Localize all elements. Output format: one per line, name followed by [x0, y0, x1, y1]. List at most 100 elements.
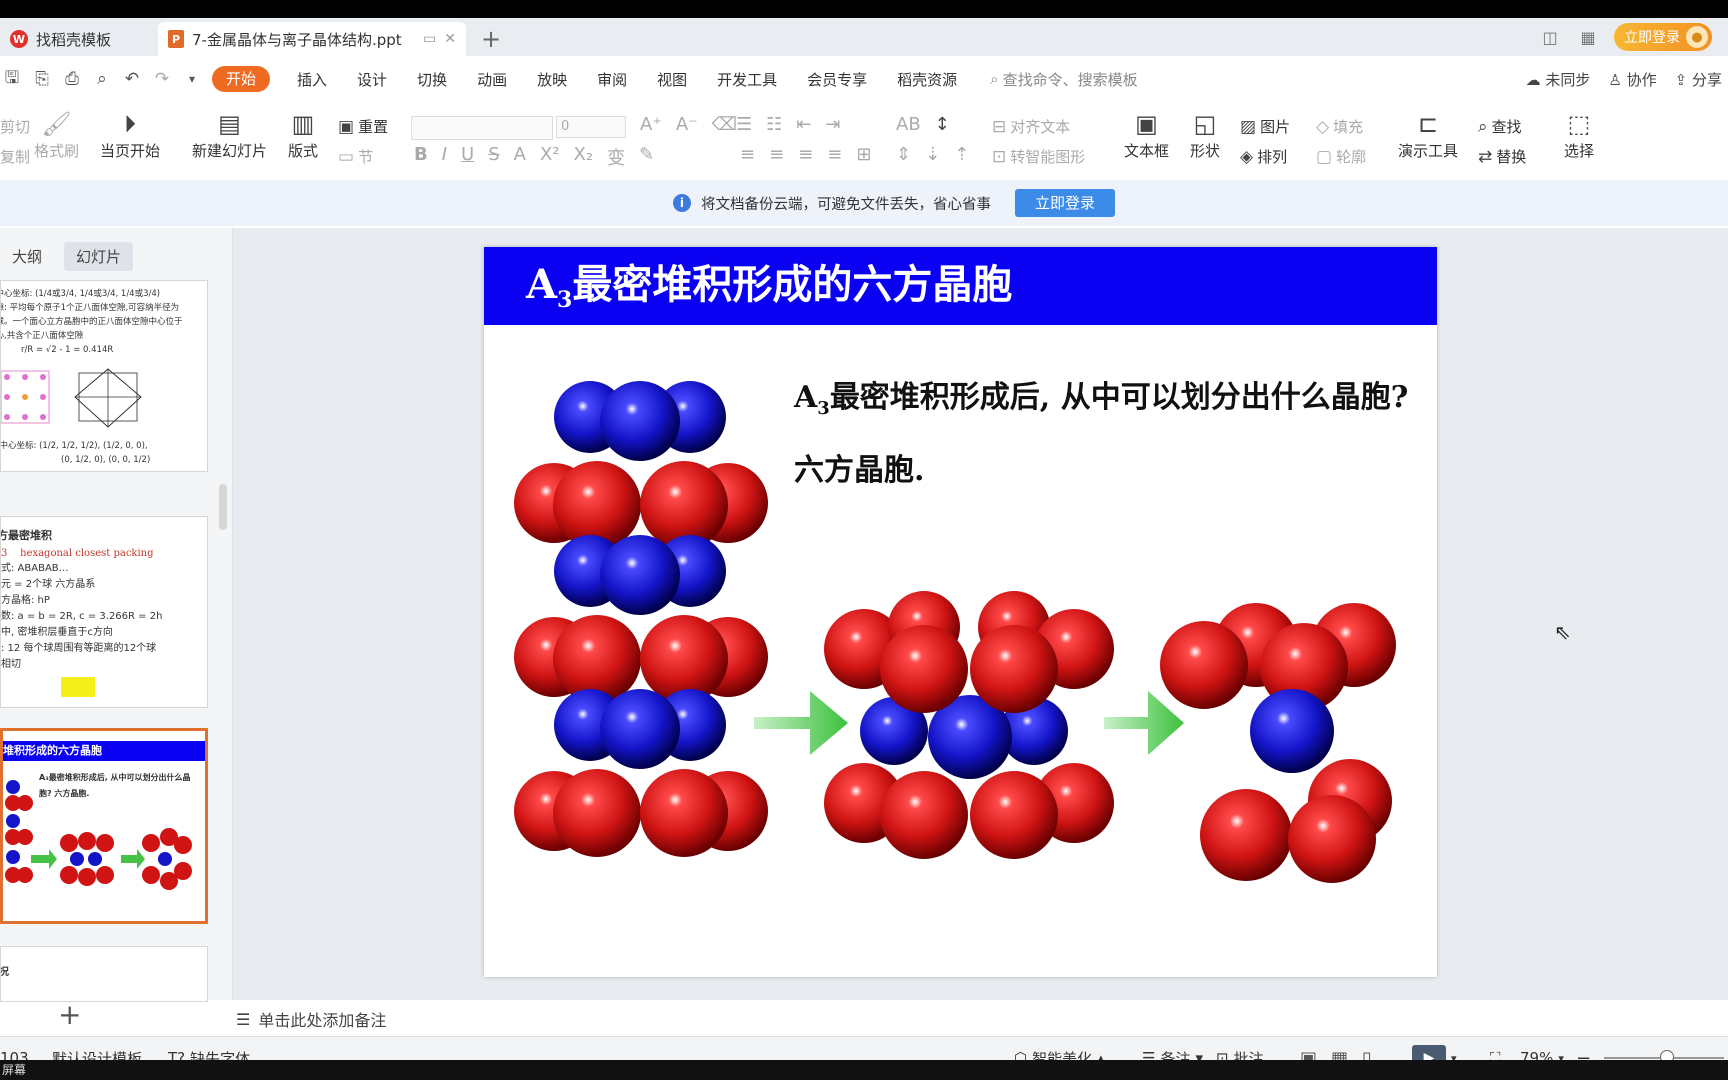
- select-button[interactable]: ⬚ 选择: [1564, 108, 1594, 161]
- italic-icon[interactable]: I: [442, 144, 447, 170]
- new-slide-button[interactable]: ▤ 新建幻灯片: [192, 108, 267, 161]
- fill-button[interactable]: ◇ 填充: [1316, 116, 1363, 137]
- panel-scrollbar[interactable]: [219, 484, 227, 530]
- notice-login-button[interactable]: 立即登录: [1014, 189, 1115, 217]
- menu-docer[interactable]: 稻壳资源: [882, 69, 972, 90]
- align-center-icon[interactable]: ≡: [769, 144, 784, 165]
- font-shrink-icon[interactable]: A⁻: [676, 114, 698, 135]
- font-color-icon[interactable]: A: [514, 144, 526, 170]
- phonetic-icon[interactable]: 变: [607, 144, 625, 170]
- save-icon[interactable]: 🖫: [2, 65, 22, 94]
- zoom-out-button[interactable]: −: [1576, 1037, 1591, 1061]
- menu-design[interactable]: 设计: [342, 69, 402, 90]
- current-slide[interactable]: A3最密堆积形成的六方晶胞 A3最密堆积形成后, 从中可以划分出什么晶胞? 六方…: [484, 247, 1437, 977]
- menu-developer[interactable]: 开发工具: [702, 69, 792, 90]
- text-direction-icon[interactable]: AB: [896, 114, 921, 135]
- align-left-icon[interactable]: ≡: [740, 144, 755, 165]
- font-name-select[interactable]: [411, 116, 553, 140]
- justify-icon[interactable]: ≡: [827, 144, 842, 165]
- play-current-button[interactable]: ⏵ 当页开始: [100, 108, 160, 161]
- tab-outline[interactable]: 大纲: [0, 242, 54, 271]
- section-button[interactable]: ▭ 节: [338, 146, 373, 167]
- menu-insert[interactable]: 插入: [282, 69, 342, 90]
- print-preview-icon[interactable]: ⌕: [92, 69, 112, 89]
- menu-view[interactable]: 视图: [642, 69, 702, 90]
- tab-document[interactable]: P 7-金属晶体与离子晶体结构.ppt ▭ ✕: [158, 22, 466, 56]
- menu-animations[interactable]: 动画: [462, 69, 522, 90]
- monitor-icon[interactable]: ▭: [423, 31, 436, 47]
- slide-thumbnail[interactable]: 方最密堆积 3 hexagonal closest packing 式: ABA…: [0, 516, 208, 708]
- subscript-icon[interactable]: X₂: [574, 144, 594, 170]
- login-button[interactable]: 立即登录 ●: [1614, 23, 1712, 51]
- para-spacing-icon[interactable]: ⇕: [896, 144, 911, 165]
- redo-icon[interactable]: ↷: [152, 69, 172, 89]
- clear-format-icon[interactable]: ⌫: [712, 114, 737, 135]
- grid-apps-icon[interactable]: ▦: [1576, 27, 1600, 47]
- cut-button[interactable]: 剪切: [0, 116, 30, 137]
- font-grow-icon[interactable]: A⁺: [640, 114, 662, 135]
- print-icon[interactable]: ⎙: [62, 69, 82, 89]
- menu-review[interactable]: 审阅: [582, 69, 642, 90]
- new-tab-button[interactable]: +: [478, 22, 504, 56]
- menu-member[interactable]: 会员专享: [792, 69, 882, 90]
- replace-button[interactable]: ⇄ 替换: [1478, 146, 1526, 167]
- align-text-button[interactable]: ⊟ 对齐文本: [992, 116, 1070, 137]
- tab-slides[interactable]: 幻灯片: [64, 242, 134, 271]
- outline-button[interactable]: ▢ 轮廓: [1316, 146, 1366, 167]
- zoom-level[interactable]: 79% ▾: [1520, 1037, 1564, 1060]
- zoom-slider-knob[interactable]: [1660, 1050, 1674, 1060]
- collaborate-button[interactable]: ♙ 协作: [1608, 69, 1656, 90]
- close-icon[interactable]: ✕: [444, 31, 456, 47]
- notes-toggle[interactable]: ☰ 备注 ▾: [1142, 1037, 1203, 1060]
- slideshow-button[interactable]: ▶ ▾: [1412, 1037, 1457, 1060]
- highlight-icon[interactable]: ✎: [639, 144, 654, 170]
- menu-transitions[interactable]: 切换: [402, 69, 462, 90]
- normal-view-icon[interactable]: ▣: [1300, 1048, 1317, 1061]
- arrange-button[interactable]: ◈ 排列: [1240, 146, 1287, 167]
- bold-icon[interactable]: B: [414, 144, 428, 170]
- presenter-tools-button[interactable]: ⊏ 演示工具: [1398, 108, 1458, 161]
- layout-button[interactable]: ▥ 版式: [288, 108, 318, 161]
- smartart-button[interactable]: ⊡ 转智能图形: [992, 146, 1085, 167]
- comments-toggle[interactable]: ⊡ 批注: [1216, 1037, 1264, 1060]
- share-button[interactable]: ⇪ 分享: [1675, 69, 1722, 90]
- copy-button[interactable]: 复制: [0, 146, 30, 167]
- spacing-before-icon[interactable]: ⇣: [925, 144, 940, 165]
- undo-icon[interactable]: ↶: [122, 69, 142, 89]
- font-size-select[interactable]: 0: [556, 116, 626, 138]
- superscript-icon[interactable]: X²: [540, 144, 560, 170]
- shape-button[interactable]: ◱ 形状: [1190, 108, 1220, 161]
- menu-slideshow[interactable]: 放映: [522, 69, 582, 90]
- format-painter-button[interactable]: 🖌 格式刷: [34, 108, 79, 161]
- missing-fonts-button[interactable]: T? 缺失字体: [168, 1037, 250, 1060]
- underline-icon[interactable]: U: [461, 144, 474, 170]
- notes-bar[interactable]: ☰ 单击此处添加备注: [236, 1004, 386, 1034]
- reset-button[interactable]: ▣ 重置: [338, 116, 388, 137]
- line-spacing-icon[interactable]: ↕: [935, 114, 950, 135]
- strikethrough-icon[interactable]: S: [488, 144, 499, 170]
- spacing-after-icon[interactable]: ⇡: [954, 144, 969, 165]
- picture-button[interactable]: ▨ 图片: [1240, 116, 1290, 137]
- decrease-indent-icon[interactable]: ⇤: [796, 114, 811, 135]
- increase-indent-icon[interactable]: ⇥: [825, 114, 840, 135]
- find-button[interactable]: ⌕ 查找: [1478, 116, 1522, 137]
- customize-dropdown-icon[interactable]: ▾: [182, 72, 202, 86]
- add-slide-icon[interactable]: +: [58, 998, 81, 1031]
- window-layout-icon[interactable]: ◫: [1538, 27, 1562, 47]
- beautify-button[interactable]: ⬡ 智能美化 ▴: [1014, 1037, 1105, 1060]
- textbox-button[interactable]: ▣ 文本框: [1124, 108, 1169, 161]
- design-template[interactable]: 默认设计模板: [52, 1037, 142, 1061]
- export-icon[interactable]: ⎘: [32, 69, 52, 89]
- reading-view-icon[interactable]: ▯: [1362, 1048, 1372, 1061]
- fit-window-button[interactable]: ⛶: [1490, 1037, 1501, 1060]
- slide-thumbnail[interactable]: 况: [0, 946, 208, 1002]
- command-search[interactable]: ⌕ 查找命令、搜索模板: [990, 69, 1137, 90]
- slide-thumbnail-selected[interactable]: 堆积形成的六方晶胞 A₃最密堆积形成后, 从中可以划分出什么晶 胞? 六方晶胞.: [0, 728, 208, 924]
- distribute-icon[interactable]: ⊞: [856, 144, 871, 165]
- bullets-icon[interactable]: ☰: [736, 114, 752, 135]
- numbering-icon[interactable]: ☷: [766, 114, 782, 135]
- sync-status[interactable]: ☁ 未同步: [1526, 69, 1591, 90]
- menu-home[interactable]: 开始: [212, 66, 271, 92]
- slide-sorter-icon[interactable]: ▦: [1331, 1048, 1348, 1061]
- slide-thumbnail[interactable]: 体中心坐标: (1/4或3/4, 1/4或3/4, 1/4或3/4) 空隙: 平…: [0, 280, 208, 472]
